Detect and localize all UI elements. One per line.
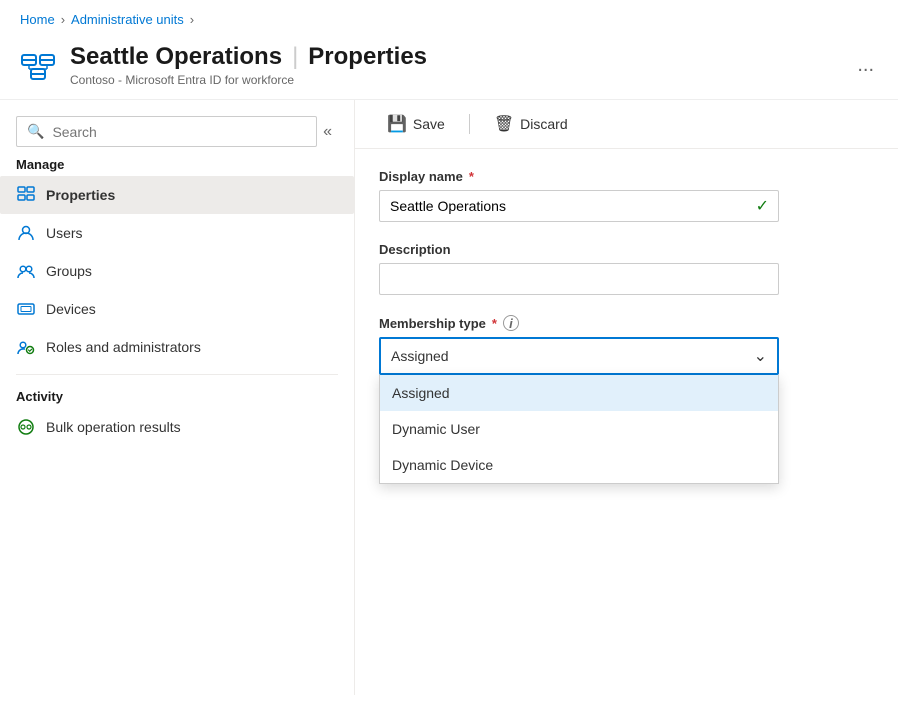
membership-type-dropdown[interactable]: Assigned ⌄ Assigned Dynamic User Dynamic… — [379, 337, 779, 375]
search-bar[interactable]: 🔍 — [16, 116, 317, 147]
devices-icon — [16, 299, 36, 319]
breadcrumb-home[interactable]: Home — [20, 12, 55, 27]
discard-label: Discard — [520, 116, 567, 132]
sidebar-item-groups[interactable]: Groups — [0, 252, 354, 290]
main-layout: 🔍 « Manage Properties — [0, 100, 898, 695]
dropdown-option-dynamic-device[interactable]: Dynamic Device — [380, 447, 778, 483]
roles-icon — [16, 337, 36, 357]
display-name-label: Display name * — [379, 169, 874, 184]
membership-type-label: Membership type * i — [379, 315, 874, 331]
save-button[interactable]: 💾 Save — [379, 110, 453, 138]
admin-unit-icon — [20, 47, 56, 83]
description-group: Description — [379, 242, 874, 295]
save-label: Save — [413, 116, 445, 132]
membership-selected-value: Assigned — [391, 348, 449, 364]
sidebar-item-groups-label: Groups — [46, 263, 92, 279]
properties-icon — [16, 185, 36, 205]
breadcrumb: Home › Administrative units › — [0, 0, 898, 35]
sidebar-item-roles-label: Roles and administrators — [46, 339, 201, 355]
page-header: Seattle Operations | Properties Contoso … — [0, 35, 898, 100]
check-icon: ✓ — [756, 196, 769, 216]
admin-unit-name: Seattle Operations — [70, 43, 282, 71]
membership-dropdown-btn[interactable]: Assigned ⌄ — [379, 337, 779, 375]
sidebar-item-roles[interactable]: Roles and administrators — [0, 328, 354, 366]
required-star-membership: * — [492, 316, 497, 331]
activity-section-label: Activity — [0, 383, 354, 408]
sidebar-divider-1 — [16, 374, 338, 375]
dropdown-option-dynamic-user[interactable]: Dynamic User — [380, 411, 778, 447]
breadcrumb-admin-units[interactable]: Administrative units — [71, 12, 184, 27]
display-name-input-wrapper: ✓ — [379, 190, 779, 222]
form-area: Display name * ✓ Description Membership … — [355, 149, 898, 489]
chevron-down-icon: ⌄ — [754, 346, 767, 366]
sidebar-item-devices-label: Devices — [46, 301, 96, 317]
manage-section-label: Manage — [0, 151, 354, 176]
breadcrumb-sep-1: › — [61, 12, 65, 27]
sidebar-item-bulk-label: Bulk operation results — [46, 419, 181, 435]
page-title: Seattle Operations | Properties — [70, 43, 839, 71]
dropdown-option-assigned[interactable]: Assigned — [380, 375, 778, 411]
info-icon: i — [503, 315, 519, 331]
display-name-group: Display name * ✓ — [379, 169, 874, 222]
save-icon: 💾 — [387, 114, 407, 134]
page-section: Properties — [308, 43, 427, 71]
discard-button[interactable]: 🗑 Discard — [486, 110, 576, 138]
discard-icon: 🗑 — [494, 114, 514, 134]
sidebar: 🔍 « Manage Properties — [0, 100, 355, 695]
description-input[interactable] — [379, 263, 779, 295]
more-options-button[interactable]: ... — [853, 50, 878, 81]
header-title-block: Seattle Operations | Properties Contoso … — [70, 43, 839, 87]
sidebar-item-properties[interactable]: Properties — [0, 176, 354, 214]
sidebar-item-bulk[interactable]: Bulk operation results — [0, 408, 354, 446]
breadcrumb-sep-2: › — [190, 12, 194, 27]
description-label: Description — [379, 242, 874, 257]
toolbar-separator — [469, 114, 470, 134]
title-pipe: | — [292, 43, 298, 71]
toolbar: 💾 Save 🗑 Discard — [355, 100, 898, 149]
membership-type-group: Membership type * i Assigned ⌄ Assigned … — [379, 315, 874, 375]
content-area: 💾 Save 🗑 Discard Display name * ✓ — [355, 100, 898, 695]
display-name-input[interactable] — [379, 190, 779, 222]
users-icon — [16, 223, 36, 243]
search-input[interactable] — [52, 124, 306, 140]
bulk-icon — [16, 417, 36, 437]
sidebar-item-properties-label: Properties — [46, 187, 115, 203]
required-star-name: * — [469, 169, 474, 184]
sidebar-item-users-label: Users — [46, 225, 83, 241]
groups-icon — [16, 261, 36, 281]
header-subtitle: Contoso - Microsoft Entra ID for workfor… — [70, 73, 839, 87]
membership-dropdown-list: Assigned Dynamic User Dynamic Device — [379, 375, 779, 484]
collapse-sidebar-button[interactable]: « — [317, 121, 338, 143]
sidebar-item-devices[interactable]: Devices — [0, 290, 354, 328]
search-icon: 🔍 — [27, 123, 44, 140]
sidebar-item-users[interactable]: Users — [0, 214, 354, 252]
